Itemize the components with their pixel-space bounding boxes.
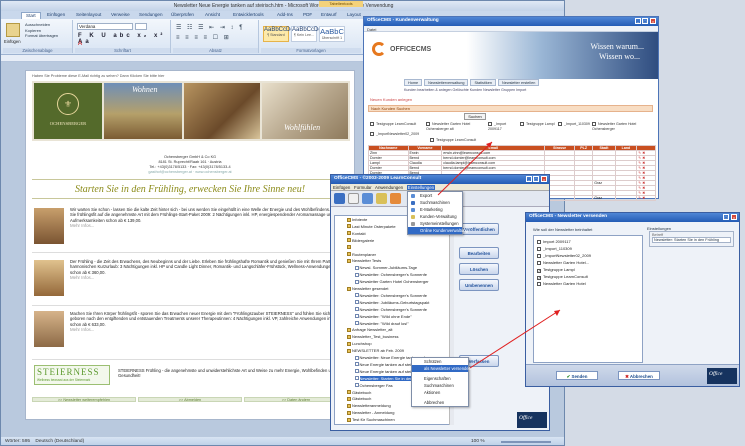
annotation-arrows xyxy=(437,141,561,369)
arrow-to-send-dialog xyxy=(469,309,561,369)
arrow-to-customer-window xyxy=(437,141,493,196)
